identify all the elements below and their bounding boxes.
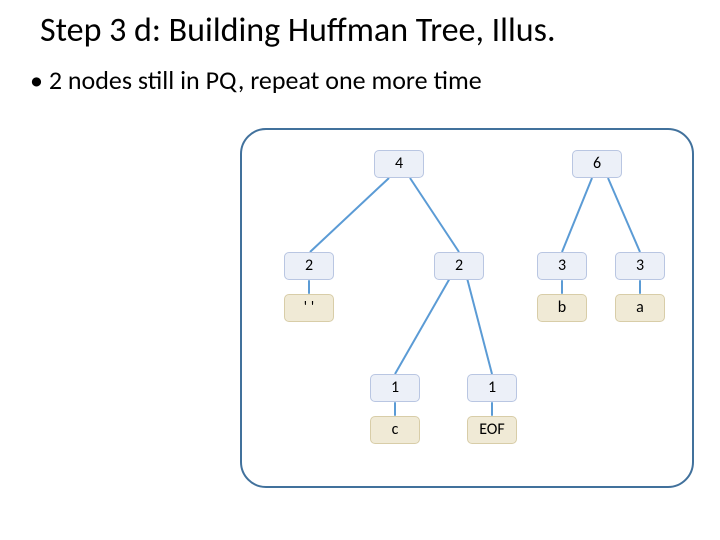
node-freq-6: 6	[572, 150, 622, 178]
node-char-space: ' '	[284, 294, 334, 322]
node-char-eof: EOF	[467, 416, 517, 444]
stem	[561, 280, 563, 294]
node-freq-1-left: 1	[370, 374, 420, 402]
stem	[639, 280, 641, 294]
stem	[491, 402, 493, 416]
node-freq-2-right: 2	[434, 252, 484, 280]
slide-title: Step 3 d: Building Huffman Tree, Illus.	[40, 10, 680, 51]
tree-panel: 4 6 2 2 3 3 ' ' b a 1 1 c EOF	[240, 128, 694, 488]
node-freq-2-left: 2	[284, 252, 334, 280]
node-freq-3-left: 3	[537, 252, 587, 280]
bullet-text: 2 nodes still in PQ, repeat one more tim…	[30, 64, 482, 96]
node-freq-4: 4	[374, 150, 424, 178]
node-freq-1-right: 1	[467, 374, 517, 402]
node-char-a: a	[615, 294, 665, 322]
stem	[308, 280, 310, 294]
node-freq-3-right: 3	[615, 252, 665, 280]
stem	[394, 402, 396, 416]
node-char-b: b	[537, 294, 587, 322]
node-char-c: c	[370, 416, 420, 444]
